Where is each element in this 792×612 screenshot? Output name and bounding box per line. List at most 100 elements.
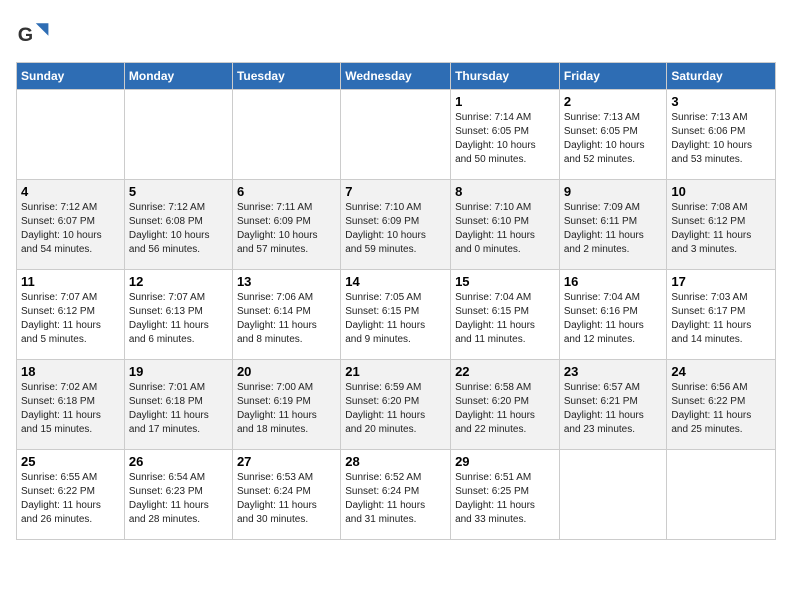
calendar-cell: 16 Sunrise: 7:04 AM Sunset: 6:16 PM Dayli… bbox=[559, 270, 667, 360]
day-info: Sunrise: 7:08 AM Sunset: 6:12 PM Dayligh… bbox=[671, 202, 751, 255]
day-number: 2 bbox=[564, 94, 663, 109]
day-number: 29 bbox=[455, 454, 555, 469]
calendar-cell: 27 Sunrise: 6:53 AM Sunset: 6:24 PM Dayli… bbox=[232, 450, 340, 540]
calendar-cell: 6Sunrise: 7:11 AM Sunset: 6:09 PM Daylig… bbox=[232, 180, 340, 270]
calendar-cell bbox=[667, 450, 776, 540]
day-info: Sunrise: 7:04 AM Sunset: 6:16 PM Dayligh… bbox=[564, 292, 644, 345]
day-info: Sunrise: 7:00 AM Sunset: 6:19 PM Dayligh… bbox=[237, 382, 317, 435]
calendar-cell bbox=[17, 90, 125, 180]
calendar-table: SundayMondayTuesdayWednesdayThursdayFrid… bbox=[16, 62, 776, 540]
calendar-cell: 10 Sunrise: 7:08 AM Sunset: 6:12 PM Dayli… bbox=[667, 180, 776, 270]
day-number: 17 bbox=[671, 274, 771, 289]
calendar-cell: 21 Sunrise: 6:59 AM Sunset: 6:20 PM Dayli… bbox=[341, 360, 451, 450]
logo: G bbox=[16, 16, 56, 52]
day-info: Sunrise: 6:51 AM Sunset: 6:25 PM Dayligh… bbox=[455, 472, 535, 525]
calendar-cell bbox=[559, 450, 667, 540]
week-row-3: 11 Sunrise: 7:07 AM Sunset: 6:12 PM Dayli… bbox=[17, 270, 776, 360]
week-row-5: 25 Sunrise: 6:55 AM Sunset: 6:22 PM Dayli… bbox=[17, 450, 776, 540]
day-info: Sunrise: 7:07 AM Sunset: 6:13 PM Dayligh… bbox=[129, 292, 209, 345]
day-header-tuesday: Tuesday bbox=[232, 63, 340, 90]
svg-text:G: G bbox=[18, 24, 33, 46]
logo-icon: G bbox=[16, 16, 52, 52]
day-info: Sunrise: 7:01 AM Sunset: 6:18 PM Dayligh… bbox=[129, 382, 209, 435]
day-info: Sunrise: 6:58 AM Sunset: 6:20 PM Dayligh… bbox=[455, 382, 535, 435]
day-number: 23 bbox=[564, 364, 663, 379]
day-number: 16 bbox=[564, 274, 663, 289]
day-header-friday: Friday bbox=[559, 63, 667, 90]
day-number: 20 bbox=[237, 364, 336, 379]
day-info: Sunrise: 6:54 AM Sunset: 6:23 PM Dayligh… bbox=[129, 472, 209, 525]
day-header-sunday: Sunday bbox=[17, 63, 125, 90]
calendar-cell: 28 Sunrise: 6:52 AM Sunset: 6:24 PM Dayli… bbox=[341, 450, 451, 540]
calendar-cell: 29 Sunrise: 6:51 AM Sunset: 6:25 PM Dayli… bbox=[451, 450, 560, 540]
calendar-header-row: SundayMondayTuesdayWednesdayThursdayFrid… bbox=[17, 63, 776, 90]
day-number: 11 bbox=[21, 274, 120, 289]
day-number: 24 bbox=[671, 364, 771, 379]
calendar-cell: 15 Sunrise: 7:04 AM Sunset: 6:15 PM Dayli… bbox=[451, 270, 560, 360]
day-number: 28 bbox=[345, 454, 446, 469]
day-header-thursday: Thursday bbox=[451, 63, 560, 90]
day-info: Sunrise: 7:13 AM Sunset: 6:05 PM Dayligh… bbox=[564, 112, 645, 165]
calendar-cell: 24 Sunrise: 6:56 AM Sunset: 6:22 PM Dayli… bbox=[667, 360, 776, 450]
day-info: Sunrise: 6:52 AM Sunset: 6:24 PM Dayligh… bbox=[345, 472, 425, 525]
day-number: 13 bbox=[237, 274, 336, 289]
day-info: Sunrise: 6:56 AM Sunset: 6:22 PM Dayligh… bbox=[671, 382, 751, 435]
day-number: 1 bbox=[455, 94, 555, 109]
day-info: Sunrise: 6:55 AM Sunset: 6:22 PM Dayligh… bbox=[21, 472, 101, 525]
calendar-cell: 3 Sunrise: 7:13 AM Sunset: 6:06 PM Daylig… bbox=[667, 90, 776, 180]
day-info: Sunrise: 7:02 AM Sunset: 6:18 PM Dayligh… bbox=[21, 382, 101, 435]
day-info: Sunrise: 7:04 AM Sunset: 6:15 PM Dayligh… bbox=[455, 292, 535, 345]
calendar-cell: 14Sunrise: 7:05 AM Sunset: 6:15 PM Dayli… bbox=[341, 270, 451, 360]
day-info: Sunrise: 6:53 AM Sunset: 6:24 PM Dayligh… bbox=[237, 472, 317, 525]
calendar-cell: 7Sunrise: 7:10 AM Sunset: 6:09 PM Daylig… bbox=[341, 180, 451, 270]
calendar-cell: 8Sunrise: 7:10 AM Sunset: 6:10 PM Daylig… bbox=[451, 180, 560, 270]
day-info: Sunrise: 7:05 AM Sunset: 6:15 PM Dayligh… bbox=[345, 292, 425, 345]
day-number: 9 bbox=[564, 184, 663, 199]
day-info: Sunrise: 7:12 AM Sunset: 6:07 PM Dayligh… bbox=[21, 202, 102, 255]
week-row-1: 1Sunrise: 7:14 AM Sunset: 6:05 PM Daylig… bbox=[17, 90, 776, 180]
day-number: 21 bbox=[345, 364, 446, 379]
day-number: 10 bbox=[671, 184, 771, 199]
day-info: Sunrise: 7:07 AM Sunset: 6:12 PM Dayligh… bbox=[21, 292, 101, 345]
calendar-cell bbox=[232, 90, 340, 180]
calendar-cell: 1Sunrise: 7:14 AM Sunset: 6:05 PM Daylig… bbox=[451, 90, 560, 180]
day-info: Sunrise: 7:06 AM Sunset: 6:14 PM Dayligh… bbox=[237, 292, 317, 345]
day-number: 26 bbox=[129, 454, 228, 469]
calendar-cell: 17Sunrise: 7:03 AM Sunset: 6:17 PM Dayli… bbox=[667, 270, 776, 360]
day-info: Sunrise: 7:10 AM Sunset: 6:09 PM Dayligh… bbox=[345, 202, 426, 255]
calendar-cell: 13 Sunrise: 7:06 AM Sunset: 6:14 PM Dayli… bbox=[232, 270, 340, 360]
day-info: Sunrise: 7:13 AM Sunset: 6:06 PM Dayligh… bbox=[671, 112, 752, 165]
day-number: 19 bbox=[129, 364, 228, 379]
calendar-cell: 25 Sunrise: 6:55 AM Sunset: 6:22 PM Dayli… bbox=[17, 450, 125, 540]
day-info: Sunrise: 7:09 AM Sunset: 6:11 PM Dayligh… bbox=[564, 202, 644, 255]
day-number: 15 bbox=[455, 274, 555, 289]
calendar-cell: 4 Sunrise: 7:12 AM Sunset: 6:07 PM Daylig… bbox=[17, 180, 125, 270]
day-number: 3 bbox=[671, 94, 771, 109]
day-info: Sunrise: 7:11 AM Sunset: 6:09 PM Dayligh… bbox=[237, 202, 318, 255]
day-info: Sunrise: 7:10 AM Sunset: 6:10 PM Dayligh… bbox=[455, 202, 535, 255]
calendar-cell: 5 Sunrise: 7:12 AM Sunset: 6:08 PM Daylig… bbox=[124, 180, 232, 270]
day-number: 25 bbox=[21, 454, 120, 469]
week-row-2: 4 Sunrise: 7:12 AM Sunset: 6:07 PM Daylig… bbox=[17, 180, 776, 270]
calendar-cell: 11 Sunrise: 7:07 AM Sunset: 6:12 PM Dayli… bbox=[17, 270, 125, 360]
calendar-cell: 26 Sunrise: 6:54 AM Sunset: 6:23 PM Dayli… bbox=[124, 450, 232, 540]
calendar-cell bbox=[124, 90, 232, 180]
day-info: Sunrise: 7:12 AM Sunset: 6:08 PM Dayligh… bbox=[129, 202, 210, 255]
day-number: 5 bbox=[129, 184, 228, 199]
day-header-wednesday: Wednesday bbox=[341, 63, 451, 90]
calendar-cell bbox=[341, 90, 451, 180]
page-header: G bbox=[16, 16, 776, 52]
calendar-cell: 23 Sunrise: 6:57 AM Sunset: 6:21 PM Dayli… bbox=[559, 360, 667, 450]
day-info: Sunrise: 6:59 AM Sunset: 6:20 PM Dayligh… bbox=[345, 382, 425, 435]
day-info: Sunrise: 6:57 AM Sunset: 6:21 PM Dayligh… bbox=[564, 382, 644, 435]
calendar-cell: 12Sunrise: 7:07 AM Sunset: 6:13 PM Dayli… bbox=[124, 270, 232, 360]
day-header-monday: Monday bbox=[124, 63, 232, 90]
calendar-cell: 19 Sunrise: 7:01 AM Sunset: 6:18 PM Dayli… bbox=[124, 360, 232, 450]
calendar-cell: 2 Sunrise: 7:13 AM Sunset: 6:05 PM Daylig… bbox=[559, 90, 667, 180]
day-number: 27 bbox=[237, 454, 336, 469]
day-header-saturday: Saturday bbox=[667, 63, 776, 90]
calendar-cell: 20 Sunrise: 7:00 AM Sunset: 6:19 PM Dayli… bbox=[232, 360, 340, 450]
week-row-4: 18Sunrise: 7:02 AM Sunset: 6:18 PM Dayli… bbox=[17, 360, 776, 450]
calendar-cell: 18Sunrise: 7:02 AM Sunset: 6:18 PM Dayli… bbox=[17, 360, 125, 450]
day-number: 4 bbox=[21, 184, 120, 199]
